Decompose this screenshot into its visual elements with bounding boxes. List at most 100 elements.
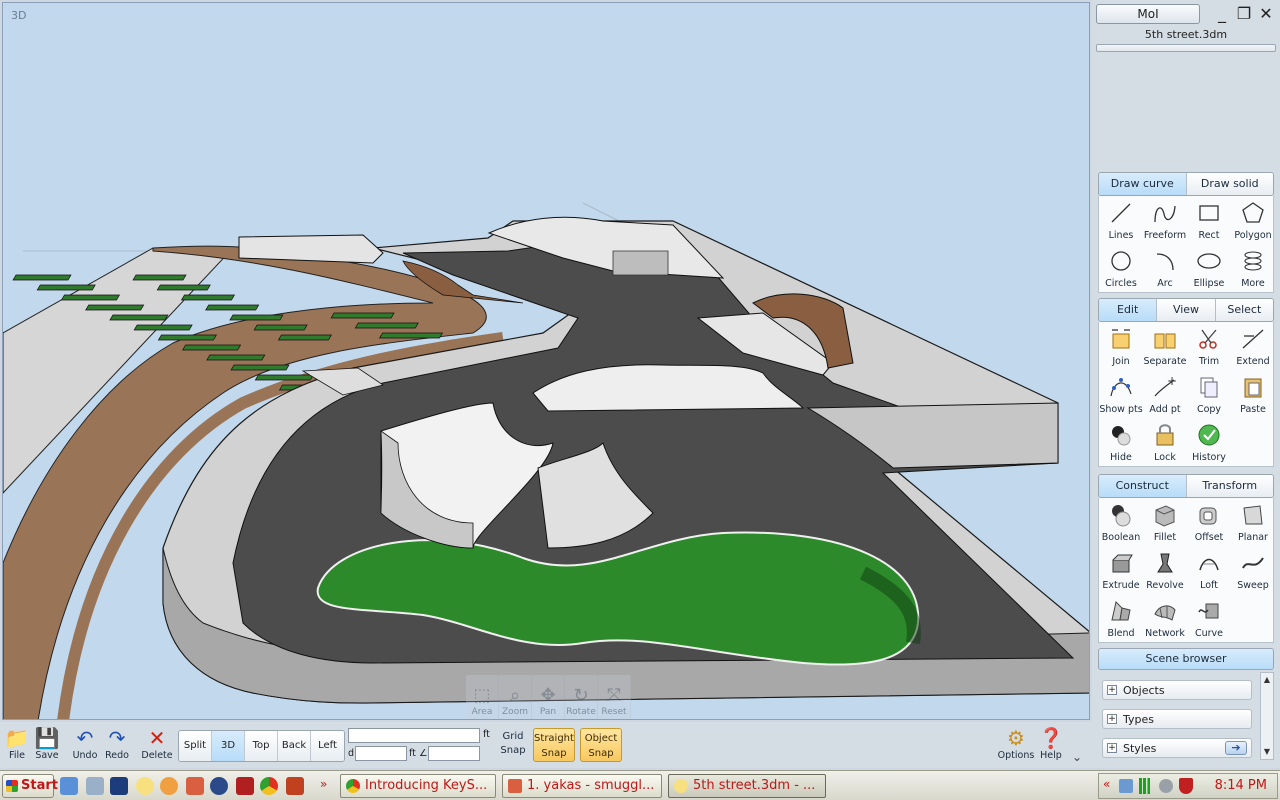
area-zoom-icon: ⬚ — [473, 685, 491, 706]
delete-button[interactable]: ✕ Delete — [140, 726, 174, 766]
bulb-icon[interactable] — [136, 777, 154, 795]
start-button[interactable]: Start — [2, 774, 58, 798]
zoom-button[interactable]: ⌕ Zoom — [499, 675, 532, 719]
save-button[interactable]: 💾 Save — [30, 726, 64, 766]
explorer-icon[interactable] — [86, 777, 104, 795]
coordinate-input[interactable] — [348, 728, 480, 743]
scene-item-types[interactable]: + Types — [1102, 709, 1252, 729]
scene-item-styles[interactable]: + Styles ➔ — [1102, 738, 1252, 758]
polygon-tool[interactable]: Polygon — [1231, 196, 1275, 244]
angle-input[interactable] — [428, 746, 480, 761]
reset-button[interactable]: ⤧ Reset — [598, 675, 631, 719]
offset-tool[interactable]: Offset — [1187, 498, 1231, 546]
object-snap-toggle[interactable]: Object Snap — [580, 728, 622, 762]
tab-draw-solid[interactable]: Draw solid — [1186, 173, 1273, 195]
join-tool[interactable]: Join — [1099, 322, 1143, 370]
chevron-down-icon[interactable]: ⌄ — [1072, 750, 1082, 764]
tab-construct[interactable]: Construct — [1099, 475, 1187, 497]
close-icon[interactable]: ✕ — [1256, 4, 1276, 24]
signal-icon[interactable] — [1139, 778, 1153, 794]
redo-button[interactable]: ↷ Redo — [100, 726, 134, 766]
lines-tool[interactable]: Lines — [1099, 196, 1143, 244]
loft-tool[interactable]: Loft — [1187, 546, 1231, 594]
blend-tool[interactable]: Blend — [1099, 594, 1143, 642]
pencil-icon[interactable] — [186, 777, 204, 795]
tab-split-view[interactable]: Split — [179, 731, 212, 761]
viewport-3d[interactable]: 3D ⬚ Area ⌕ Zoom ✥ Pan ↻ Rotate ⤧ Reset — [2, 2, 1090, 720]
task-item-browser[interactable]: Introducing KeyS... — [340, 774, 496, 798]
scroll-up-icon[interactable]: ▲ — [1261, 673, 1273, 687]
task-item-editor[interactable]: 1. yakas - smuggl... — [502, 774, 662, 798]
shield-icon[interactable] — [1179, 778, 1193, 794]
paste-tool[interactable]: Paste — [1231, 370, 1275, 418]
show-pts-tool[interactable]: Show pts — [1099, 370, 1143, 418]
network-tool[interactable]: Network — [1143, 594, 1187, 642]
trim-tool[interactable]: Trim — [1187, 322, 1231, 370]
chrome-icon[interactable] — [260, 777, 278, 795]
scene-item-objects[interactable]: + Objects — [1102, 680, 1252, 700]
ie-icon[interactable] — [60, 777, 78, 795]
rect-tool[interactable]: Rect — [1187, 196, 1231, 244]
options-button[interactable]: ⚙ Options — [996, 726, 1036, 766]
tool-icon[interactable] — [286, 777, 304, 795]
grid-snap-toggle[interactable]: Grid Snap — [496, 730, 530, 758]
chevron-right-icon[interactable]: » — [320, 777, 332, 795]
tab-draw-curve[interactable]: Draw curve — [1099, 173, 1187, 195]
photoshop-icon[interactable] — [110, 777, 128, 795]
ellipse-tool[interactable]: Ellipse — [1187, 244, 1231, 292]
restore-icon[interactable]: ❐ — [1234, 4, 1254, 24]
tray-expand-icon[interactable]: « — [1103, 777, 1110, 791]
tab-back-view[interactable]: Back — [278, 731, 311, 761]
tab-edit[interactable]: Edit — [1099, 299, 1158, 321]
distance-input[interactable] — [355, 746, 407, 761]
tab-select[interactable]: Select — [1215, 299, 1273, 321]
tab-3d-view[interactable]: 3D — [212, 731, 245, 761]
expand-icon[interactable]: + — [1107, 714, 1117, 724]
help-button[interactable]: ❓ Help — [1034, 726, 1068, 766]
arrow-right-icon[interactable]: ➔ — [1225, 741, 1247, 755]
skatepark-model[interactable] — [3, 3, 1090, 720]
tab-view[interactable]: View — [1157, 299, 1216, 321]
volume-icon[interactable] — [1159, 779, 1173, 793]
tab-transform[interactable]: Transform — [1186, 475, 1273, 497]
tab-left-view[interactable]: Left — [311, 731, 344, 761]
extend-tool[interactable]: Extend — [1231, 322, 1275, 370]
paint-icon[interactable] — [160, 777, 178, 795]
app-icon[interactable] — [236, 777, 254, 795]
pan-button[interactable]: ✥ Pan — [532, 675, 565, 719]
expand-icon[interactable]: + — [1107, 743, 1117, 753]
task-item-moi[interactable]: 5th street.3dm - ... — [668, 774, 826, 798]
file-button[interactable]: 📁 File — [0, 726, 34, 766]
scene-scrollbar[interactable]: ▲ ▼ — [1260, 672, 1274, 760]
circles-tool[interactable]: Circles — [1099, 244, 1143, 292]
add-pt-tool[interactable]: + Add pt — [1143, 370, 1187, 418]
tab-top-view[interactable]: Top — [245, 731, 278, 761]
hide-tool[interactable]: Hide — [1099, 418, 1143, 466]
curve-tool[interactable]: Curve — [1187, 594, 1231, 642]
app-menu-button[interactable]: MoI — [1096, 4, 1200, 24]
scroll-down-icon[interactable]: ▼ — [1261, 745, 1273, 759]
fillet-tool[interactable]: Fillet — [1143, 498, 1187, 546]
separate-tool[interactable]: Separate — [1143, 322, 1187, 370]
history-tool[interactable]: History — [1187, 418, 1231, 466]
copy-tool[interactable]: Copy — [1187, 370, 1231, 418]
arc-tool[interactable]: Arc — [1143, 244, 1187, 292]
undo-button[interactable]: ↶ Undo — [68, 726, 102, 766]
scene-browser-header[interactable]: Scene browser — [1098, 648, 1274, 670]
revolve-tool[interactable]: Revolve — [1143, 546, 1187, 594]
more-tool[interactable]: More — [1231, 244, 1275, 292]
freeform-tool[interactable]: Freeform — [1143, 196, 1187, 244]
sweep-tool[interactable]: Sweep — [1231, 546, 1275, 594]
network-icon[interactable] — [1119, 779, 1133, 793]
network-icon — [1154, 605, 1176, 621]
area-zoom-button[interactable]: ⬚ Area — [466, 675, 499, 719]
media-icon[interactable] — [210, 777, 228, 795]
extrude-tool[interactable]: Extrude — [1099, 546, 1143, 594]
planar-tool[interactable]: Planar — [1231, 498, 1275, 546]
minimize-icon[interactable]: _ — [1212, 4, 1232, 24]
lock-tool[interactable]: Lock — [1143, 418, 1187, 466]
boolean-tool[interactable]: Boolean — [1099, 498, 1143, 546]
straight-snap-toggle[interactable]: Straight Snap — [533, 728, 575, 762]
expand-icon[interactable]: + — [1107, 685, 1117, 695]
rotate-button[interactable]: ↻ Rotate — [565, 675, 598, 719]
